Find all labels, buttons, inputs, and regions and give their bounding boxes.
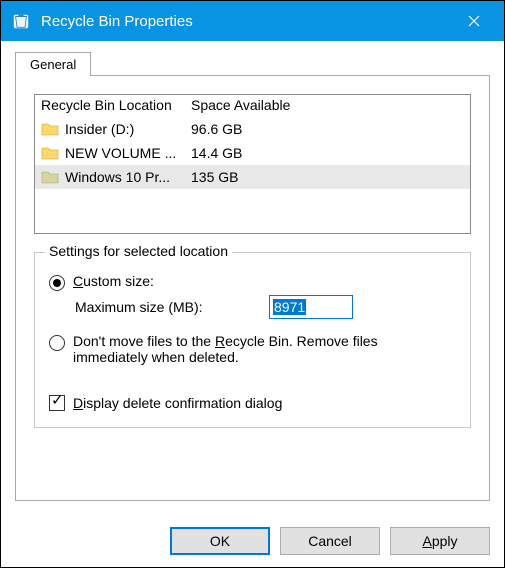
window-title: Recycle Bin Properties (41, 13, 452, 30)
ok-button[interactable]: OK (170, 527, 270, 555)
radio-icon (49, 275, 65, 291)
list-row[interactable]: NEW VOLUME ... 14.4 GB (35, 141, 470, 165)
max-size-label: Maximum size (MB): (75, 299, 269, 315)
list-row[interactable]: Windows 10 Pr... 135 GB (35, 165, 470, 189)
row-name: NEW VOLUME ... (65, 145, 191, 161)
tab-body: Recycle Bin Location Space Available Ins… (15, 75, 490, 501)
apply-button[interactable]: Apply (390, 527, 490, 555)
radio-label: Custom size: (73, 273, 154, 289)
tabstrip: General (15, 51, 490, 75)
recycle-bin-icon (11, 11, 31, 31)
list-header: Recycle Bin Location Space Available (35, 95, 470, 117)
close-button[interactable] (452, 1, 496, 41)
max-size-row: Maximum size (MB): 8971 (75, 295, 458, 319)
settings-group-title: Settings for selected location (45, 243, 232, 259)
radio-custom-size[interactable]: Custom size: (49, 273, 458, 291)
checkbox-confirm[interactable]: Display delete confirmation dialog (49, 395, 458, 411)
folder-icon (41, 121, 59, 137)
checkbox-label: Display delete confirmation dialog (73, 395, 282, 411)
row-name: Insider (D:) (65, 121, 191, 137)
window: Recycle Bin Properties General Recycle B… (0, 0, 505, 568)
folder-icon (41, 145, 59, 161)
row-space: 135 GB (191, 169, 464, 185)
folder-icon (41, 169, 59, 185)
col-header-location[interactable]: Recycle Bin Location (41, 97, 191, 113)
radio-label: Don't move files to the Recycle Bin. Rem… (73, 333, 413, 365)
row-space: 14.4 GB (191, 145, 464, 161)
radio-dont-move[interactable]: Don't move files to the Recycle Bin. Rem… (49, 333, 458, 365)
button-row: OK Cancel Apply (1, 515, 504, 567)
location-list[interactable]: Recycle Bin Location Space Available Ins… (34, 94, 471, 234)
tab-general[interactable]: General (15, 52, 91, 76)
col-header-space[interactable]: Space Available (191, 97, 464, 113)
cancel-button[interactable]: Cancel (280, 527, 380, 555)
row-space: 96.6 GB (191, 121, 464, 137)
titlebar: Recycle Bin Properties (1, 1, 504, 41)
content-area: General Recycle Bin Location Space Avail… (1, 41, 504, 515)
checkbox-icon (49, 395, 65, 411)
settings-group: Settings for selected location Custom si… (34, 252, 471, 428)
radio-icon (49, 335, 65, 351)
max-size-input[interactable]: 8971 (269, 295, 353, 319)
list-row[interactable]: Insider (D:) 96.6 GB (35, 117, 470, 141)
row-name: Windows 10 Pr... (65, 169, 191, 185)
